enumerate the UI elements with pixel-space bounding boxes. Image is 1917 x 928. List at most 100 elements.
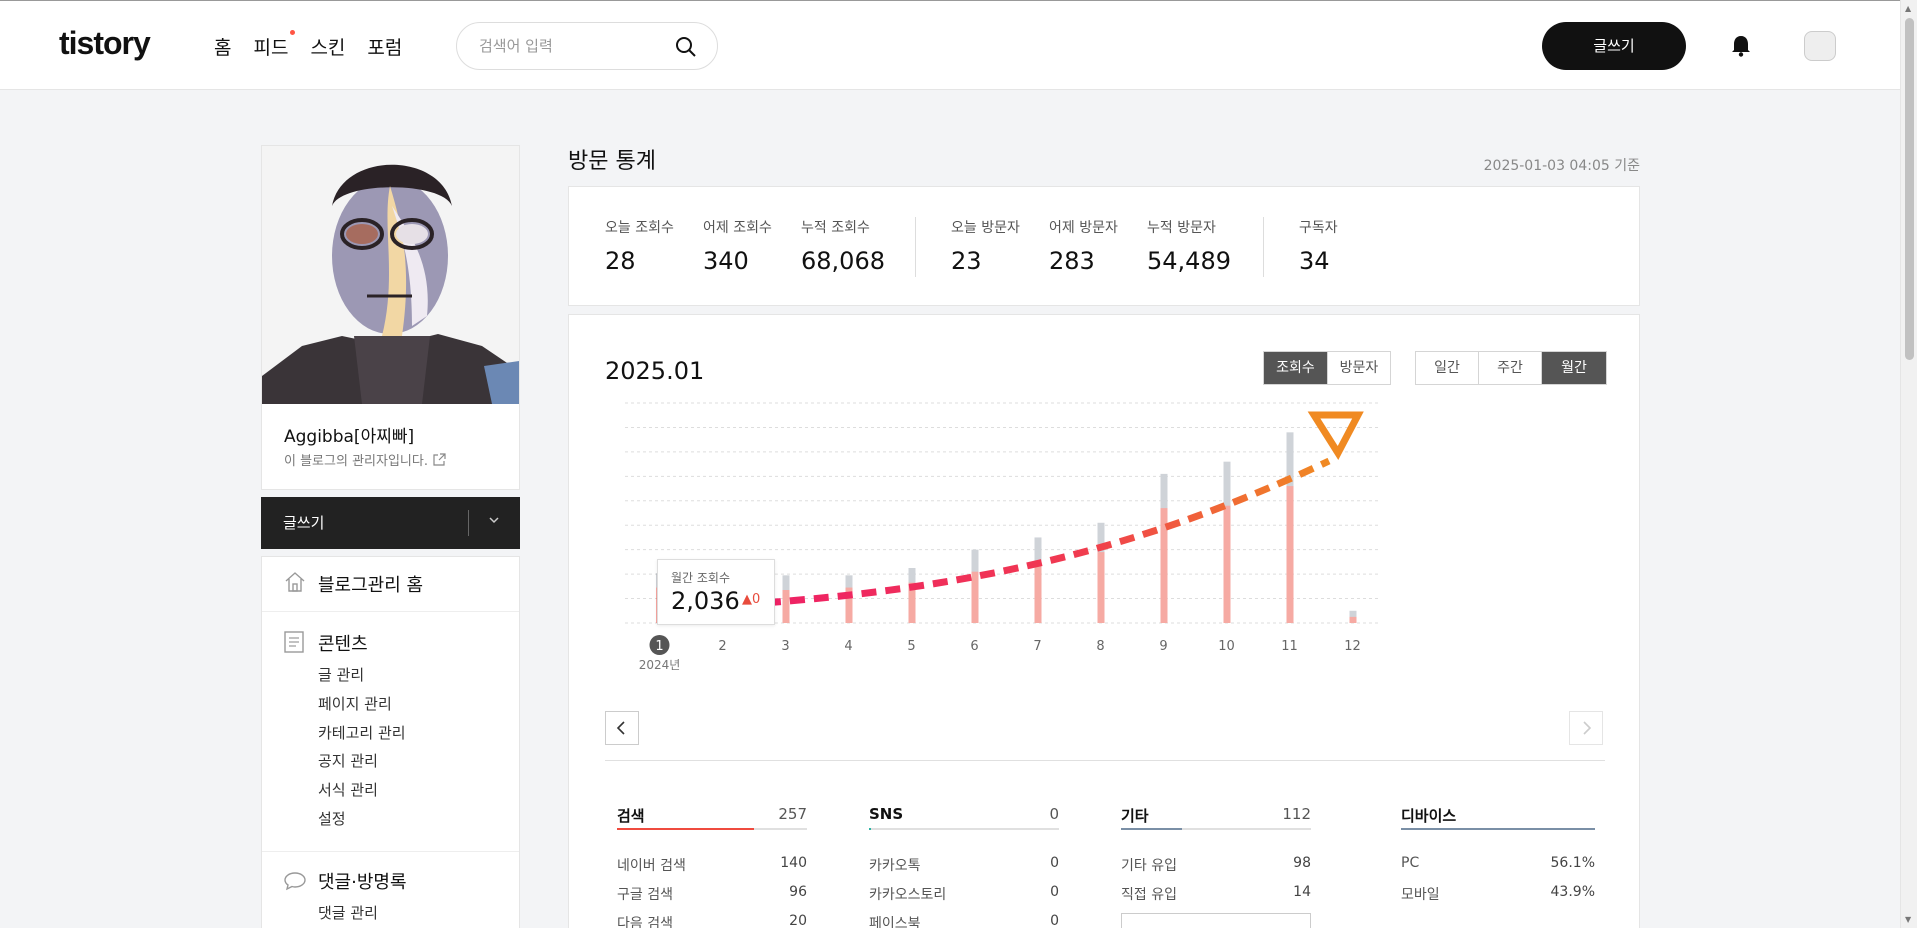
tooltip-change-value: 0 <box>752 592 761 607</box>
row-label: 카카오스토리 <box>869 887 947 903</box>
menu-comment-manage[interactable]: 댓글 관리 <box>318 902 378 923</box>
menu-template-manage[interactable]: 서식 관리 <box>318 779 378 800</box>
source-head: 검색 257 <box>617 805 807 835</box>
row-value: 0 <box>1050 913 1059 928</box>
menu-comments[interactable]: 댓글·방명록 <box>318 868 407 894</box>
user-avatar[interactable] <box>1804 31 1836 61</box>
stat-divider <box>915 217 916 277</box>
source-row: 직접 유입 14 <box>1121 884 1311 913</box>
source-head: 기타 112 <box>1121 805 1311 835</box>
x-tick-label: 12 <box>1344 639 1361 654</box>
source-name: SNS <box>869 805 904 823</box>
source-row: 다음 검색 20 <box>617 913 807 928</box>
page-title: 방문 통계 <box>568 149 656 174</box>
profile-subtitle-text: 이 블로그의 관리자입니다. <box>284 454 428 469</box>
bar-views <box>1286 486 1294 623</box>
row-label: PC <box>1401 855 1420 871</box>
nav-forum[interactable]: 포럼 <box>367 33 402 60</box>
search-input[interactable] <box>479 35 669 57</box>
source-bar-fill <box>869 828 871 830</box>
scroll-thumb[interactable] <box>1905 18 1914 360</box>
stat-value: 28 <box>605 247 636 275</box>
source-row: 카카오스토리 0 <box>869 884 1059 913</box>
nav-feed-label: 피드 <box>253 37 289 59</box>
source-head: 디바이스 <box>1401 805 1595 835</box>
row-value: 140 <box>780 855 807 871</box>
row-label: 기타 유입 <box>1121 858 1177 874</box>
x-tick-label: 9 <box>1159 639 1167 654</box>
source-row: 페이스북 0 <box>869 913 1059 928</box>
source-row: 네이버 검색 140 <box>617 855 807 884</box>
menu-page-manage[interactable]: 페이지 관리 <box>318 693 392 714</box>
scroll-up-icon[interactable]: ▲ <box>1905 4 1911 13</box>
stat-yesterday-views: 어제 조회수 340 <box>703 217 772 275</box>
row-label: 모바일 <box>1401 887 1440 903</box>
bar-views <box>1034 564 1042 623</box>
comment-icon <box>284 872 306 891</box>
profile-image[interactable] <box>262 146 519 404</box>
write-button[interactable]: 글쓰기 <box>1542 22 1686 70</box>
page-scrollbar[interactable]: ▲ ▼ <box>1900 0 1917 928</box>
menu-post-manage[interactable]: 글 관리 <box>318 664 364 685</box>
x-year-label: 2024년 <box>639 658 681 672</box>
profile-card: Aggibba[아찌빠] 이 블로그의 관리자입니다. <box>261 145 520 490</box>
chevron-right-icon <box>1583 721 1592 735</box>
source-bar <box>1401 828 1595 830</box>
menu-category-manage[interactable]: 카테고리 관리 <box>318 722 406 743</box>
nav-skin[interactable]: 스킨 <box>310 33 345 60</box>
source-row: 모바일 43.9% <box>1401 884 1595 913</box>
source-head: SNS 0 <box>869 805 1059 835</box>
tooltip-value: 2,036 <box>671 587 740 615</box>
x-tick-label: 8 <box>1096 639 1104 654</box>
profile-name[interactable]: Aggibba[아찌빠] <box>284 422 414 447</box>
source-count: 257 <box>778 805 807 823</box>
menu-divider <box>262 851 519 852</box>
nav-feed[interactable]: 피드 <box>253 30 296 60</box>
trend-arrow-head <box>1307 411 1364 460</box>
tistory-logo[interactable]: tistory <box>59 25 151 62</box>
menu-contents[interactable]: 콘텐츠 <box>318 630 368 656</box>
stat-value: 340 <box>703 247 749 275</box>
chart-next-button[interactable] <box>1569 711 1603 745</box>
source-bar <box>617 828 807 830</box>
source-name: 기타 <box>1121 807 1149 825</box>
new-dot-icon <box>290 30 296 35</box>
row-value: 14 <box>1293 884 1311 900</box>
stat-divider <box>1263 217 1264 277</box>
bar-views <box>1349 616 1357 623</box>
scroll-down-icon[interactable]: ▼ <box>1905 915 1911 924</box>
sidebar-write-button[interactable]: 글쓰기 <box>261 497 520 549</box>
bar-views <box>782 590 790 623</box>
stat-label: 오늘 방문자 <box>951 220 1020 236</box>
tooltip-change: ▲0 <box>742 592 761 607</box>
row-label: 다음 검색 <box>617 916 673 928</box>
source-count: 0 <box>1049 805 1059 823</box>
menu-notice-manage[interactable]: 공지 관리 <box>318 750 378 771</box>
search-icon[interactable] <box>675 36 697 58</box>
stat-label: 오늘 조회수 <box>605 220 674 236</box>
source-search: 검색 257 네이버 검색 140 구글 검색 96 다음 검색 20 <box>617 805 807 928</box>
menu-settings[interactable]: 설정 <box>318 808 346 829</box>
document-icon <box>284 631 304 653</box>
row-label: 구글 검색 <box>617 887 673 903</box>
source-row: 구글 검색 96 <box>617 884 807 913</box>
chart-prev-button[interactable] <box>605 711 639 745</box>
source-more-button[interactable] <box>1121 913 1311 928</box>
chevron-down-icon[interactable] <box>487 513 501 527</box>
x-tick-label: 1 <box>655 639 663 654</box>
bell-icon[interactable] <box>1731 35 1751 57</box>
main-nav: 홈 피드 스킨 포럼 <box>214 30 402 60</box>
external-link-icon[interactable] <box>432 453 446 467</box>
row-value: 0 <box>1050 855 1059 871</box>
row-value: 56.1% <box>1550 855 1595 871</box>
chart-panel: 2025.01 조회수 방문자 일간 주간 월간 1 2 3 4 5 6 7 8 9 10 11 12… <box>568 314 1640 928</box>
x-tick-label: 2 <box>718 639 726 654</box>
menu-blog-home[interactable]: 블로그관리 홈 <box>318 571 423 597</box>
nav-home[interactable]: 홈 <box>214 33 231 60</box>
stat-value: 34 <box>1299 247 1330 275</box>
stat-value: 68,068 <box>801 247 885 275</box>
source-bar-fill <box>1401 828 1595 830</box>
stats-summary: 오늘 조회수 28 어제 조회수 340 누적 조회수 68,068 오늘 방문자 23… <box>568 186 1640 306</box>
x-tick-label: 3 <box>781 639 789 654</box>
source-name: 디바이스 <box>1401 807 1457 825</box>
